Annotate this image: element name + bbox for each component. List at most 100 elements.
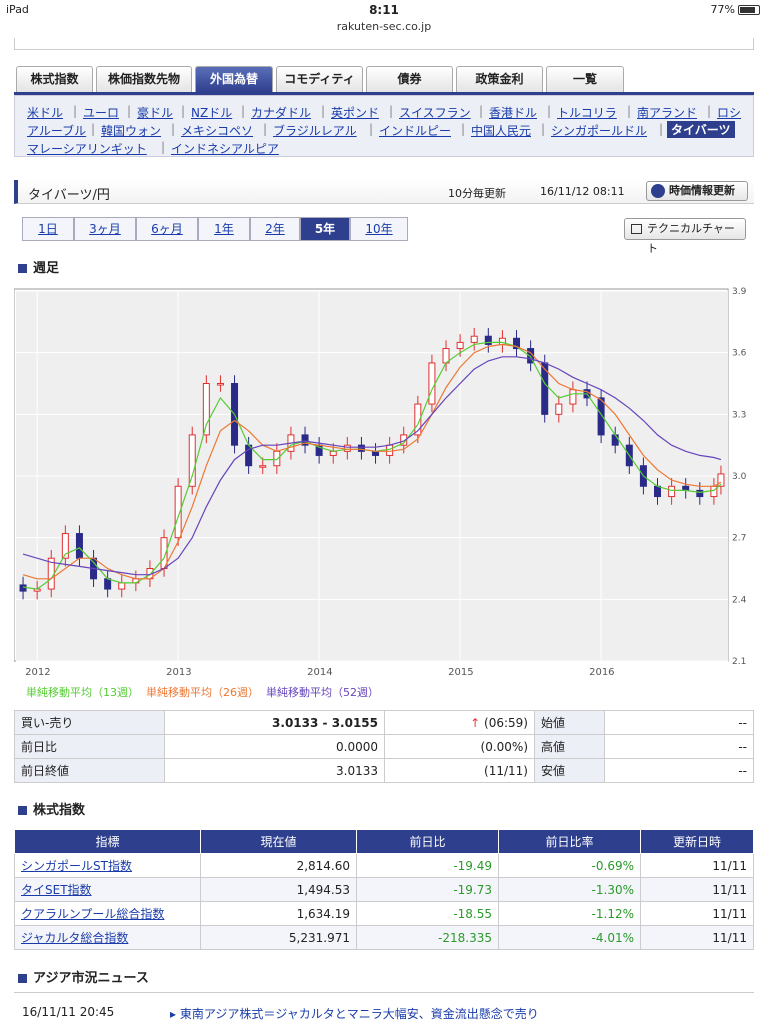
x-tick-label: 2016 — [589, 667, 614, 678]
x-tick-label: 2012 — [25, 667, 50, 678]
battery-icon — [738, 5, 760, 15]
legend-ma52: 単純移動平均（52週） — [266, 686, 379, 699]
index-link-sti[interactable]: シンガポールST指数 — [21, 859, 132, 873]
index-change: -18.55 — [356, 901, 499, 926]
period-3m[interactable]: 3ヶ月 — [74, 217, 136, 241]
index-value: 1,494.53 — [200, 877, 357, 902]
index-link-klci[interactable]: クアラルンプール総合指数 — [21, 907, 164, 921]
heading-square-icon — [18, 806, 27, 815]
currency-nzd[interactable]: NZドル — [191, 104, 232, 121]
open-value: -- — [604, 710, 754, 735]
index-change: -218.335 — [356, 925, 499, 950]
candle-body — [357, 444, 365, 452]
currency-cny[interactable]: 中国人民元 — [471, 122, 531, 139]
news-date: 16/11/11 20:45 — [22, 1005, 115, 1019]
open-label: 始値 — [534, 710, 605, 735]
low-label: 安値 — [534, 758, 605, 783]
candle-body — [569, 389, 577, 405]
candle-body — [696, 489, 704, 498]
index-value: 5,231.971 — [200, 925, 357, 950]
y-tick-label: 2.7 — [732, 534, 746, 544]
candle-body — [611, 434, 619, 446]
indices-heading: 株式指数 — [18, 799, 85, 818]
candle-body — [75, 533, 83, 559]
period-2y[interactable]: 2年 — [250, 217, 300, 241]
candle-body — [682, 485, 690, 491]
currency-thb[interactable]: タイバーツ — [667, 121, 735, 138]
currency-chf[interactable]: スイスフラン — [399, 104, 471, 121]
news-item[interactable]: ▸ 東南アジア株式＝ジャカルタとマニラ大幅安、資金流出懸念で売り — [170, 1005, 539, 1022]
currency-rub-2[interactable]: アルーブル — [27, 122, 86, 139]
chart-heading: 週足 — [18, 257, 59, 276]
tab-index-futures[interactable]: 株価指数先物 — [96, 66, 192, 92]
currency-rub-1[interactable]: ロシ — [717, 104, 741, 121]
index-date: 11/11 — [640, 925, 754, 950]
candle-body — [668, 485, 676, 498]
technical-chart-button[interactable]: テクニカルチャート — [624, 218, 746, 255]
quote-time: (06:59) — [484, 715, 528, 730]
currency-zar[interactable]: 南アランド — [637, 104, 697, 121]
currency-cad[interactable]: カナダドル — [251, 104, 311, 121]
tab-policy-rate[interactable]: 政策金利 — [456, 66, 543, 92]
tab-stock-index[interactable]: 株式指数 — [16, 66, 93, 92]
news-heading: アジア市況ニュース — [18, 967, 149, 986]
tab-list[interactable]: 一覧 — [546, 66, 624, 92]
index-link-set[interactable]: タイSET指数 — [21, 883, 92, 897]
candle-body — [428, 362, 436, 405]
legend-ma13: 単純移動平均（13週） — [26, 686, 139, 699]
currency-myr[interactable]: マレーシアリンギット — [27, 140, 147, 157]
pair-title: タイバーツ/円 — [28, 188, 110, 203]
prev-close-value: 3.0133 — [164, 758, 385, 783]
period-6m[interactable]: 6ヶ月 — [136, 217, 198, 241]
currency-nav: 米ドル | ユーロ | 豪ドル | NZドル | カナダドル | 英ポンド | … — [14, 95, 754, 157]
index-change: -19.49 — [356, 853, 499, 878]
period-10y[interactable]: 10年 — [350, 217, 408, 241]
chart-legend: 単純移動平均（13週） 単純移動平均（26週） 単純移動平均（52週） — [26, 684, 379, 700]
currency-hkd[interactable]: 香港ドル — [489, 104, 537, 121]
period-5y[interactable]: 5年 — [300, 217, 350, 241]
y-tick-label: 2.4 — [732, 595, 747, 605]
currency-krw[interactable]: 韓国ウォン — [101, 122, 161, 139]
index-link-jci[interactable]: ジャカルタ総合指数 — [21, 931, 128, 945]
tab-bonds[interactable]: 債券 — [366, 66, 453, 92]
candle-body — [654, 485, 662, 498]
address-bar[interactable]: rakuten-sec.co.jp — [0, 20, 768, 33]
currency-eur[interactable]: ユーロ — [83, 104, 119, 121]
news-heading-text: アジア市況ニュース — [33, 971, 149, 986]
currency-aud[interactable]: 豪ドル — [137, 104, 173, 121]
candle-body — [104, 578, 112, 590]
update-timestamp: 16/11/12 08:11 — [540, 185, 625, 198]
currency-mxn[interactable]: メキシコペソ — [181, 122, 253, 139]
period-1y[interactable]: 1年 — [198, 217, 250, 241]
y-tick-label: 2.1 — [732, 657, 746, 667]
currency-brl[interactable]: ブラジルレアル — [273, 122, 357, 139]
currency-sgd[interactable]: シンガポールドル — [551, 122, 647, 139]
currency-try[interactable]: トルコリラ — [557, 104, 617, 121]
index-change-pct: -1.30% — [498, 877, 641, 902]
clock: 8:11 — [369, 3, 399, 17]
candle-body — [118, 582, 126, 590]
col-indicator: 指標 — [14, 829, 201, 854]
candle-body — [456, 341, 464, 350]
currency-inr[interactable]: インドルピー — [379, 122, 451, 139]
period-1d[interactable]: 1日 — [22, 217, 74, 241]
news-title[interactable]: 東南アジア株式＝ジャカルタとマニラ大幅安、資金流出懸念で売り — [180, 1007, 539, 1021]
candle-body — [259, 465, 267, 468]
table-row: シンガポールST指数 2,814.60 -19.49 -0.69% 11/11 — [14, 853, 754, 878]
col-change: 前日比 — [356, 829, 499, 854]
indices-table: 指標 現在値 前日比 前日比率 更新日時 シンガポールST指数 2,814.60… — [14, 829, 754, 950]
indices-heading-text: 株式指数 — [33, 803, 86, 818]
currency-gbp[interactable]: 英ポンド — [331, 104, 379, 121]
tab-commodity[interactable]: コモディティ — [276, 66, 363, 92]
currency-idr[interactable]: インドネシアルピア — [171, 140, 279, 157]
y-tick-label: 3.0 — [732, 472, 747, 482]
currency-usd[interactable]: 米ドル — [27, 104, 63, 121]
change-pct: (0.00%) — [384, 734, 535, 759]
change-label: 前日比 — [14, 734, 165, 759]
heading-square-icon — [18, 974, 27, 983]
refresh-button[interactable]: 時価情報更新 — [646, 181, 748, 201]
low-value: -- — [604, 758, 754, 783]
battery-percent: 77% — [710, 3, 735, 16]
tab-forex[interactable]: 外国為替 — [195, 66, 273, 92]
update-note: 10分毎更新 — [448, 187, 506, 200]
